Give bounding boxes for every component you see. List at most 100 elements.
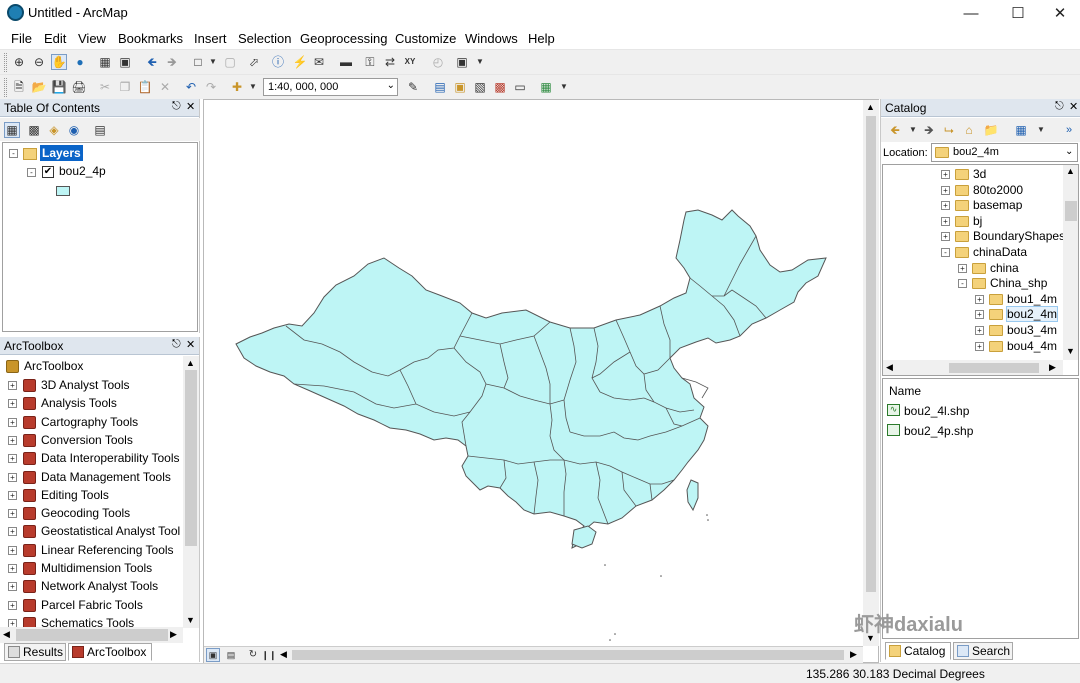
measure-icon[interactable]: ▬ [338,54,354,70]
expand-toolbox-icon[interactable]: + [8,472,17,482]
expand-toolbox-icon[interactable]: + [8,435,17,445]
expand-folder-icon[interactable]: + [975,294,984,304]
menu-view[interactable]: View [78,31,106,46]
toolbox-item[interactable]: Linear Referencing Tools [41,543,174,557]
search-window-icon[interactable]: ▧ [472,79,488,95]
scroll-up-icon[interactable]: ▲ [1066,166,1075,176]
toolbox-item[interactable]: Data Management Tools [41,470,171,484]
toolbox-horizontal-scrollbar[interactable]: ◀ ▶ [0,627,183,643]
expand-toolbox-icon[interactable]: + [8,454,17,464]
viewer-window-icon[interactable]: ▣ [454,54,470,70]
file-item-bou2-4l[interactable]: bou2_4l.shp [904,404,969,418]
expand-folder-icon[interactable]: + [941,232,950,242]
close-icon[interactable]: ✕ [186,338,195,351]
menu-geoprocessing[interactable]: Geoprocessing [300,31,387,46]
catalog-tree-item[interactable]: China_shp [990,276,1047,290]
layer-name[interactable]: bou2_4p [59,164,106,178]
catalog-tree-item[interactable]: bou3_4m [1007,323,1057,337]
arctoolbox-window-icon[interactable]: ▩ [492,79,508,95]
toolbox-item[interactable]: Multidimension Tools [41,561,152,575]
list-by-source-icon[interactable]: ▩ [26,122,42,138]
toolbox-item[interactable]: Network Analyst Tools [41,579,158,593]
home-folder-icon[interactable]: ⌂ [961,122,977,138]
toolbar-options-icon[interactable]: ▼ [556,79,572,95]
catalog-tree-item[interactable]: bou4_4m [1007,339,1057,353]
toolbox-item[interactable]: Conversion Tools [41,433,133,447]
select-dropdown-icon[interactable]: ▼ [205,54,221,70]
python-window-icon[interactable]: ▭ [512,79,528,95]
scrollbar-thumb[interactable] [16,629,168,641]
toolbox-item[interactable]: Analysis Tools [41,396,117,410]
catalog-tree-item[interactable]: bj [973,214,982,228]
file-item-bou2-4p[interactable]: bou2_4p.shp [904,424,973,438]
expand-folder-icon[interactable]: + [941,201,950,211]
full-extent-icon[interactable]: ● [72,54,88,70]
toolbox-vertical-scrollbar[interactable]: ▲ ▼ [183,356,199,628]
html-popup-icon[interactable]: ✉ [311,54,327,70]
list-by-visibility-icon[interactable]: ◈ [46,122,62,138]
expand-folder-icon[interactable]: + [958,263,967,273]
scrollbar-thumb[interactable] [292,650,844,660]
zoom-in-icon[interactable]: ⊕ [11,54,27,70]
expand-toolbox-icon[interactable]: + [8,490,17,500]
scroll-right-icon[interactable]: ▶ [170,629,177,640]
name-column-header[interactable]: Name [889,384,921,398]
catalog-tree-item[interactable]: bou2_4m [1005,306,1059,323]
menu-insert[interactable]: Insert [194,31,227,46]
add-data-icon[interactable]: ✚ [229,79,245,95]
go-to-xy-icon[interactable]: XY [402,54,418,70]
china-country-polygon[interactable] [235,209,827,549]
forward-extent-icon[interactable]: 🡺 [164,54,180,70]
taiwan-polygon[interactable] [686,479,699,512]
scroll-up-icon[interactable]: ▲ [866,102,875,112]
scrollbar-thumb[interactable] [185,370,197,546]
tab-catalog[interactable]: Catalog [885,642,951,660]
catalog-tree-item[interactable]: BoundaryShapes [973,229,1065,243]
scroll-up-icon[interactable]: ▲ [186,358,195,368]
cut-icon[interactable]: ✂ [97,79,113,95]
expand-folder-icon[interactable]: + [941,216,950,226]
scrollbar-thumb[interactable] [866,116,876,592]
undo-icon[interactable]: ↶ [183,79,199,95]
tab-results[interactable]: Results [4,643,66,661]
toolbox-item[interactable]: Geostatistical Analyst Tool [41,524,180,538]
select-features-icon[interactable]: □ [190,54,206,70]
menu-windows[interactable]: Windows [465,31,518,46]
menu-bookmarks[interactable]: Bookmarks [118,31,183,46]
paste-icon[interactable]: 📋 [137,79,153,95]
expand-folder-icon[interactable]: + [941,170,950,179]
collapse-folder-icon[interactable]: - [958,279,967,289]
pause-drawing-icon[interactable]: ❙❙ [261,648,276,662]
toolbox-item[interactable]: Parcel Fabric Tools [41,598,143,612]
collapse-layer-icon[interactable]: - [27,168,36,177]
hyperlink-icon[interactable]: ⚡ [292,54,308,70]
identify-icon[interactable]: ⓘ [270,54,286,70]
toolbox-item[interactable]: Geocoding Tools [41,506,130,520]
pin-icon[interactable]: ⎋ [1055,100,1064,113]
find-route-icon[interactable]: ⇄ [382,54,398,70]
more-options-icon[interactable]: » [1061,122,1077,138]
back-dropdown-icon[interactable]: ▼ [905,122,921,138]
toolbar-grip[interactable] [4,53,7,72]
map-vertical-scrollbar[interactable]: ▲ ▼ [863,100,879,646]
expand-toolbox-icon[interactable]: + [8,509,17,519]
fixed-zoom-out-icon[interactable]: ▣ [117,54,133,70]
menu-help[interactable]: Help [528,31,555,46]
delete-icon[interactable]: ✕ [157,79,173,95]
print-icon[interactable]: 🖨 [71,79,87,95]
model-builder-icon[interactable]: ▦ [538,79,554,95]
catalog-tree-vertical-scrollbar[interactable]: ▲ ▼ [1063,165,1078,360]
pan-icon[interactable]: ✋ [51,54,67,70]
expand-folder-icon[interactable]: + [975,310,984,320]
catalog-window-icon[interactable]: ▣ [452,79,468,95]
catalog-tree-horizontal-scrollbar[interactable]: ◀ ▶ [883,360,1063,375]
map-view[interactable]: ▲ ▼ ▣ ▤ ↻ ❙❙ ◀ ▶ [203,99,879,663]
catalog-tree-item[interactable]: basemap [973,198,1022,212]
find-icon[interactable]: ⚿ [362,54,378,70]
pin-icon[interactable]: ⎋ [172,338,181,351]
toolbar-grip[interactable] [4,78,7,97]
collapse-layers-icon[interactable]: - [9,149,18,158]
expand-toolbox-icon[interactable]: + [8,527,17,537]
select-elements-icon[interactable]: ⬀ [246,54,262,70]
table-of-contents-icon[interactable]: ▤ [432,79,448,95]
